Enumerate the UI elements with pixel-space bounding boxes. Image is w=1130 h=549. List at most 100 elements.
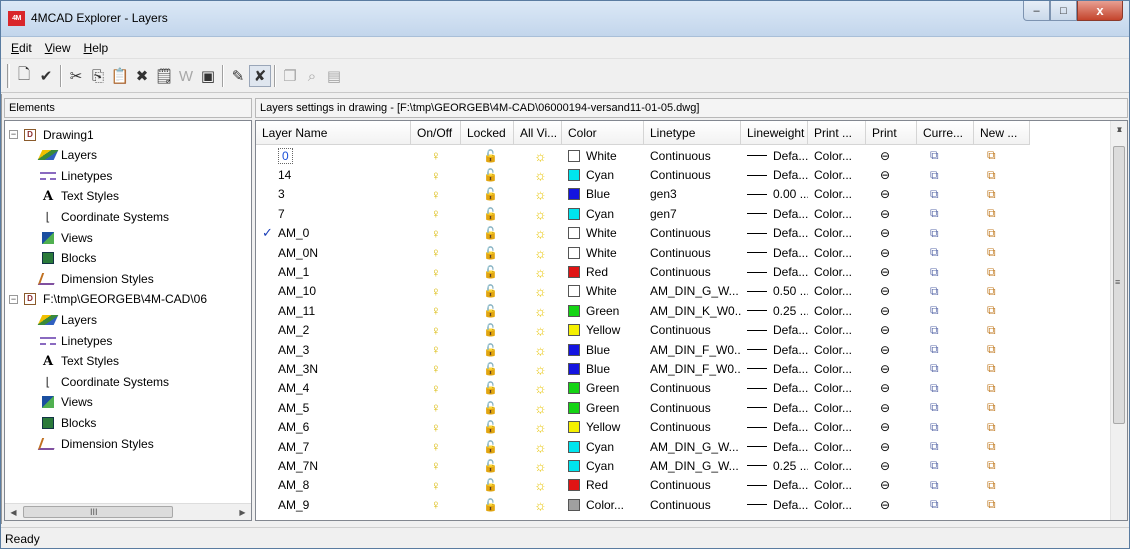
elements-tree[interactable]: ◀ III ▶ − D Drawing1 Layers Linetypes A Text S… [4, 120, 252, 521]
w-button[interactable]: W [175, 65, 197, 87]
table-row[interactable]: AM_0N ♀ 🔓 ☼ White Continuous Defa... Color... ⊖ ⧉… [256, 243, 1030, 262]
print-cell[interactable]: ⊖ [866, 185, 917, 204]
plot-style-cell[interactable]: Color... [808, 165, 866, 184]
grid-vertical-scrollbar[interactable]: ▲ ≡ ▼ [1110, 121, 1127, 520]
on-off-cell[interactable]: ♀ [411, 282, 461, 301]
print-cell[interactable]: ⊖ [866, 495, 917, 514]
layer-name-cell[interactable]: 0 [256, 146, 411, 165]
new-viewport-cell[interactable]: ⧉ [974, 321, 1030, 340]
grid-scroll-thumb[interactable]: ≡ [1113, 146, 1125, 424]
current-viewport-cell[interactable]: ⧉ [917, 204, 974, 223]
locked-cell[interactable]: 🔓 [461, 301, 514, 320]
all-viewports-cell[interactable]: ☼ [514, 398, 562, 417]
print-cell[interactable]: ⊖ [866, 359, 917, 378]
new-viewport-cell[interactable]: ⧉ [974, 282, 1030, 301]
table-row[interactable]: AM_10 ♀ 🔓 ☼ White AM_DIN_G_W... 0.50 ... Color.… [256, 282, 1030, 301]
current-viewport-cell[interactable]: ⧉ [917, 321, 974, 340]
tree-item[interactable]: A Text Styles [39, 186, 119, 207]
all-viewports-cell[interactable]: ☼ [514, 224, 562, 243]
on-off-cell[interactable]: ♀ [411, 321, 461, 340]
all-viewports-cell[interactable]: ☼ [514, 417, 562, 436]
all-viewports-cell[interactable]: ☼ [514, 379, 562, 398]
color-cell[interactable]: White [562, 243, 644, 262]
lineweight-cell[interactable]: Defa... [741, 476, 808, 495]
new-viewport-cell[interactable]: ⧉ [974, 204, 1030, 223]
new-item-button[interactable]: 🗋 [13, 65, 35, 87]
tree-item[interactable]: Linetypes [39, 165, 112, 186]
copy-button[interactable]: ⎘ [87, 65, 109, 87]
table-row[interactable]: AM_4 ♀ 🔓 ☼ Green Continuous Defa... Color... ⊖ ⧉ ⧉ [256, 379, 1030, 398]
layer-name-cell[interactable]: AM_6 [256, 417, 411, 436]
locked-cell[interactable]: 🔓 [461, 340, 514, 359]
current-viewport-cell[interactable]: ⧉ [917, 165, 974, 184]
color-cell[interactable]: Yellow [562, 321, 644, 340]
layer-name-cell[interactable]: AM_4 [256, 379, 411, 398]
column-header[interactable]: On/Off [411, 121, 461, 145]
current-viewport-cell[interactable]: ⧉ [917, 340, 974, 359]
table-row[interactable]: AM_3 ♀ 🔓 ☼ Blue AM_DIN_F_W0... Defa... Color...… [256, 340, 1030, 359]
layer-name-cell[interactable]: AM_7N [256, 456, 411, 475]
on-off-cell[interactable]: ♀ [411, 165, 461, 184]
on-off-cell[interactable]: ♀ [411, 417, 461, 436]
edit-layer-button[interactable]: ✎ [227, 65, 249, 87]
current-viewport-cell[interactable]: ⧉ [917, 185, 974, 204]
locked-cell[interactable]: 🔓 [461, 437, 514, 456]
column-header[interactable]: Locked [461, 121, 514, 145]
lineweight-cell[interactable]: Defa... [741, 359, 808, 378]
minimize-button[interactable]: – [1023, 1, 1050, 21]
layer-name-cell[interactable]: AM_5 [256, 398, 411, 417]
locked-cell[interactable]: 🔓 [461, 495, 514, 514]
tree-item[interactable]: Dimension Styles [37, 268, 154, 289]
all-viewports-cell[interactable]: ☼ [514, 437, 562, 456]
linetype-cell[interactable]: Continuous [644, 165, 741, 184]
plot-style-cell[interactable]: Color... [808, 321, 866, 340]
all-viewports-cell[interactable]: ☼ [514, 204, 562, 223]
linetype-cell[interactable]: Continuous [644, 262, 741, 281]
on-off-cell[interactable]: ♀ [411, 146, 461, 165]
tool-a-button[interactable]: ❐ [279, 65, 301, 87]
print-cell[interactable]: ⊖ [866, 321, 917, 340]
lineweight-cell[interactable]: 0.00 ... [741, 185, 808, 204]
column-header[interactable]: New ... [974, 121, 1030, 145]
locked-cell[interactable]: 🔓 [461, 224, 514, 243]
menu-edit[interactable]: Edit [5, 41, 39, 55]
lineweight-cell[interactable]: 0.50 ... [741, 282, 808, 301]
current-viewport-cell[interactable]: ⧉ [917, 495, 974, 514]
print-cell[interactable]: ⊖ [866, 417, 917, 436]
on-off-cell[interactable]: ♀ [411, 379, 461, 398]
color-cell[interactable]: Yellow [562, 417, 644, 436]
locked-cell[interactable]: 🔓 [461, 262, 514, 281]
new-viewport-cell[interactable]: ⧉ [974, 417, 1030, 436]
locked-cell[interactable]: 🔓 [461, 398, 514, 417]
tree-scroll-thumb[interactable]: III [23, 506, 173, 518]
linetype-cell[interactable]: Continuous [644, 379, 741, 398]
locked-cell[interactable]: 🔓 [461, 243, 514, 262]
plot-style-cell[interactable]: Color... [808, 282, 866, 301]
table-row[interactable]: 7 ♀ 🔓 ☼ Cyan gen7 Defa... Color... ⊖ ⧉ ⧉ [256, 204, 1030, 223]
on-off-cell[interactable]: ♀ [411, 224, 461, 243]
lineweight-cell[interactable]: Defa... [741, 204, 808, 223]
locked-cell[interactable]: 🔓 [461, 204, 514, 223]
locked-cell[interactable]: 🔓 [461, 146, 514, 165]
menu-view[interactable]: View [39, 41, 78, 55]
on-off-cell[interactable]: ♀ [411, 456, 461, 475]
linetype-cell[interactable]: Continuous [644, 243, 741, 262]
print-cell[interactable]: ⊖ [866, 456, 917, 475]
column-header[interactable]: Curre... [917, 121, 974, 145]
color-cell[interactable]: Blue [562, 340, 644, 359]
new-viewport-cell[interactable]: ⧉ [974, 437, 1030, 456]
tree-item[interactable]: ⌊ Coordinate Systems [39, 371, 169, 392]
current-viewport-cell[interactable]: ⧉ [917, 476, 974, 495]
lineweight-cell[interactable]: Defa... [741, 437, 808, 456]
color-cell[interactable]: Cyan [562, 165, 644, 184]
tree-item[interactable]: − D Drawing1 [9, 124, 94, 145]
color-cell[interactable]: Red [562, 476, 644, 495]
linetype-cell[interactable]: Continuous [644, 321, 741, 340]
layer-name-cell[interactable]: 3 [256, 185, 411, 204]
color-cell[interactable]: White [562, 146, 644, 165]
menu-help[interactable]: Help [78, 41, 116, 55]
tree-item[interactable]: Views [39, 392, 93, 413]
plot-style-cell[interactable]: Color... [808, 437, 866, 456]
color-cell[interactable]: Blue [562, 359, 644, 378]
purge-button[interactable]: ✘ [249, 65, 271, 87]
